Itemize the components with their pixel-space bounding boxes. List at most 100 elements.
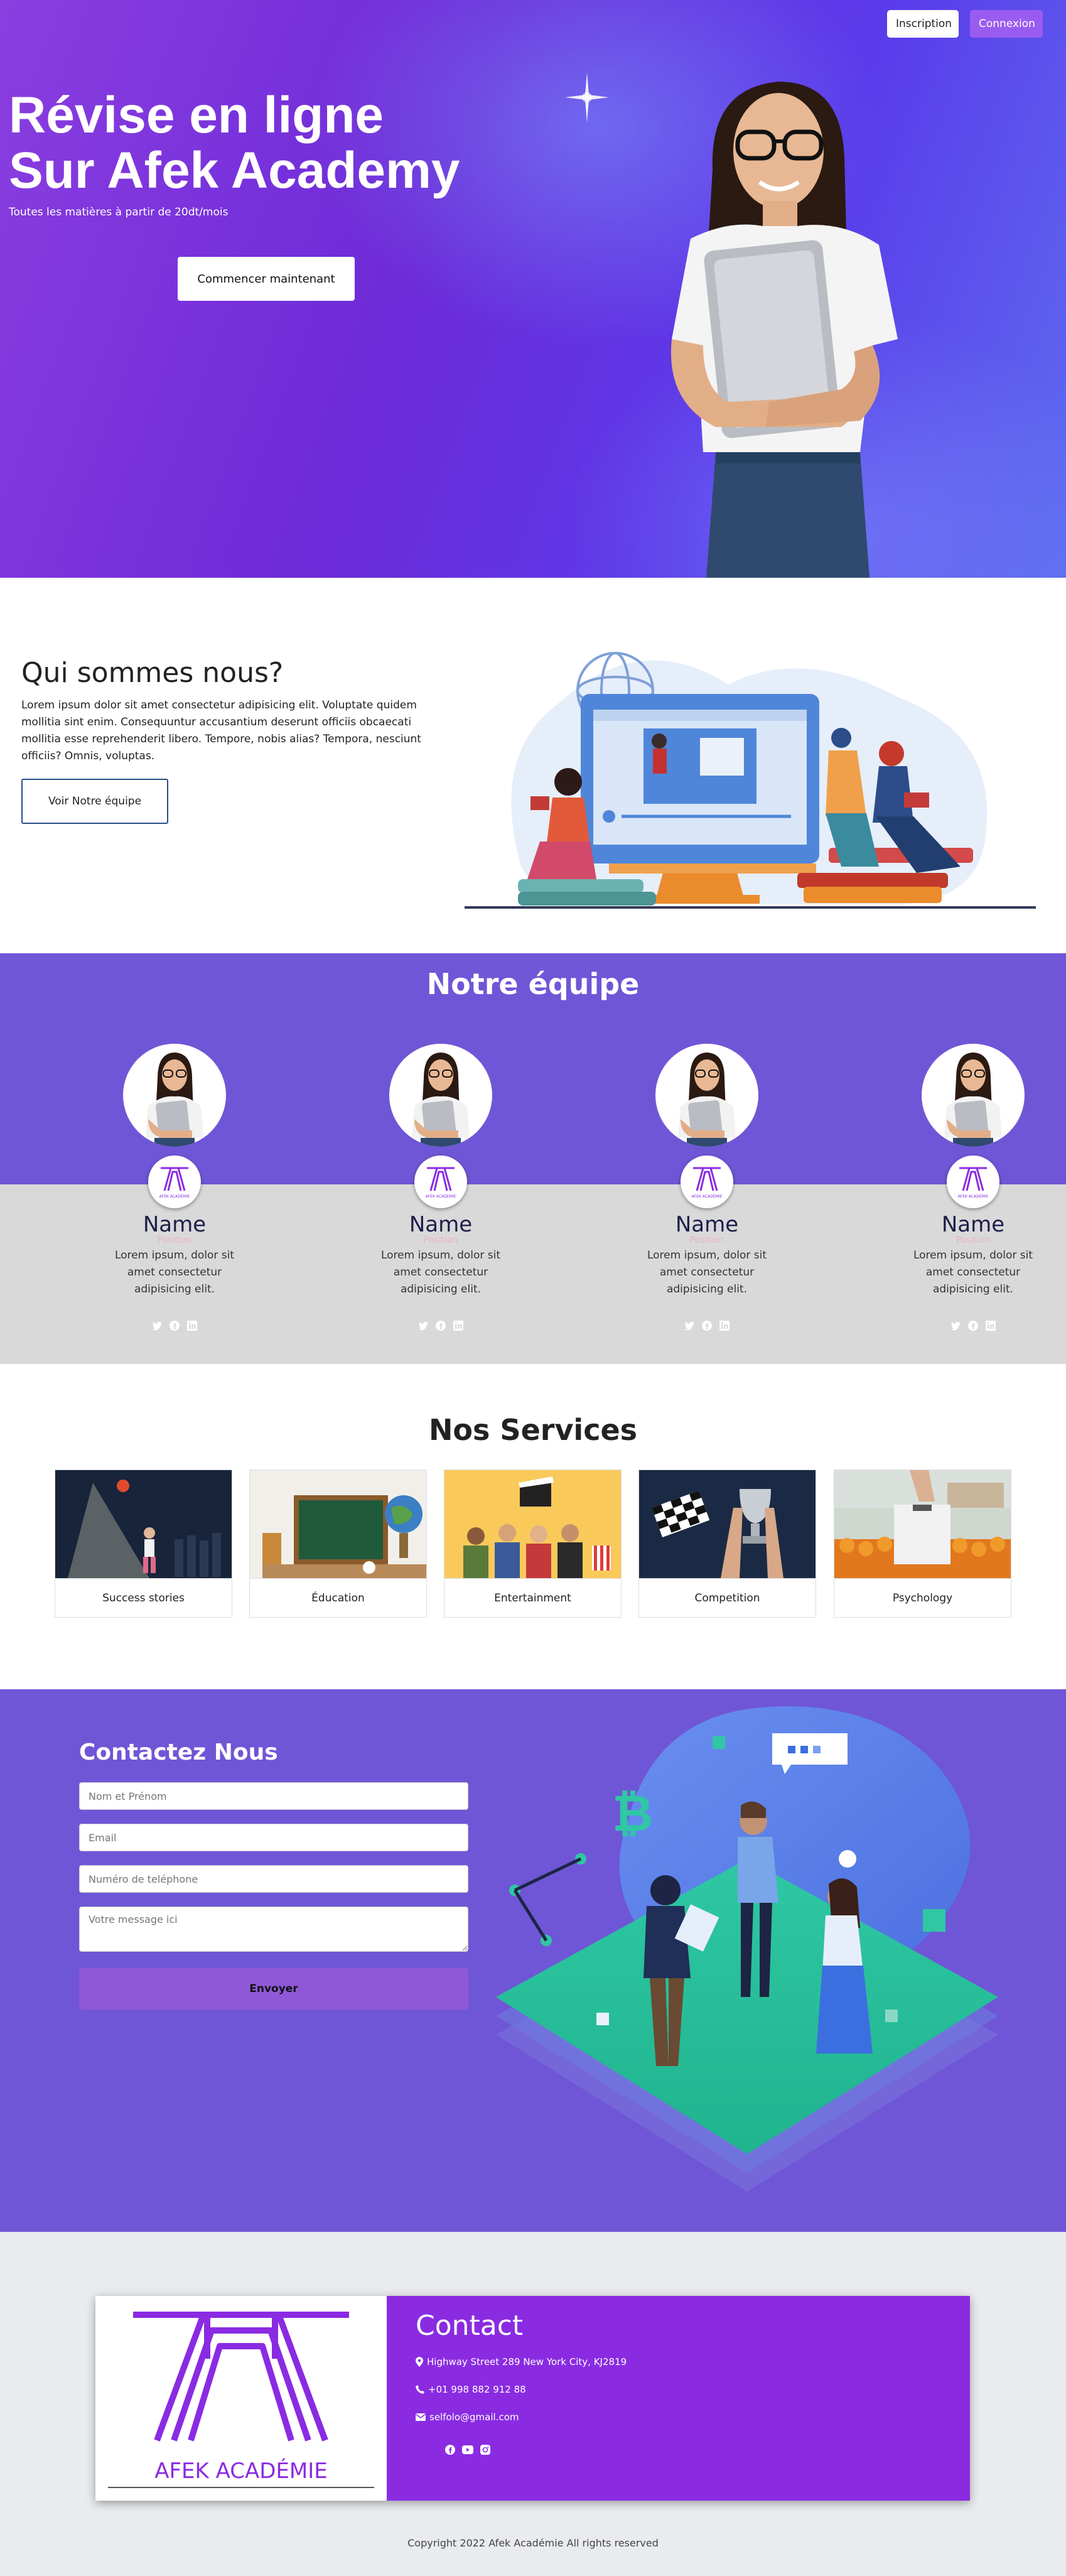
service-label: Psychology [834,1578,1011,1617]
message-field[interactable] [79,1907,468,1952]
logo-wordmark: AFEK ACADÉMIE [154,2458,328,2484]
education-image [250,1470,426,1578]
hero-title-line1: Révise en ligne [9,87,384,144]
service-card-competition[interactable]: Competition [638,1469,816,1618]
linkedin-icon[interactable] [186,1319,198,1332]
hero-title: Révise en ligne Sur Afek Academy [9,88,460,198]
facebook-icon[interactable] [434,1319,447,1332]
service-label: Competition [639,1578,816,1617]
envelope-icon [416,2413,426,2421]
sparkle-icon [565,72,609,122]
psychology-image [834,1470,1011,1578]
team-title: Notre équipe [426,967,640,1001]
badge-wordmark: AFEK ACADÉMIE [958,1194,989,1199]
online-learning-illustration [465,652,1036,909]
address-line: Highway Street 289 New York City, KJ2819 [416,2356,627,2368]
hero-title-line2: Sur Afek Academy [9,142,460,199]
service-card-education[interactable]: Éducation [249,1469,427,1618]
hero-subtitle: Toutes les matières à partir de 20dt/moi… [9,206,229,219]
twitter-icon[interactable] [949,1319,962,1332]
service-label: Éducation [250,1578,426,1617]
facebook-icon[interactable] [967,1319,979,1332]
map-pin-icon [416,2357,423,2367]
contact-card: AFEK ACADÉMIE Contact Highway Street 289… [95,2296,970,2501]
member-name: Name [409,1212,473,1237]
entertainment-image [444,1470,621,1578]
member-photo [655,1044,758,1147]
service-label: Entertainment [444,1578,621,1617]
linkedin-icon[interactable] [984,1319,997,1332]
hero-student-image [670,82,898,578]
member-description: Lorem ipsum, dolor sit amet consectetur … [647,1249,767,1296]
member-logo-badge: AFEK ACADÉMIE [148,1155,201,1208]
address-text: Highway Street 289 New York City, KJ2819 [427,2356,627,2368]
facebook-icon[interactable] [444,2444,456,2455]
service-card-success-stories[interactable]: Success stories [55,1469,232,1618]
footer-contact-title: Contact [416,2310,524,2342]
competition-image [639,1470,816,1578]
member-name: Name [675,1212,739,1237]
brand-panel: AFEK ACADÉMIE [95,2296,387,2501]
member-description: Lorem ipsum, dolor sit amet consectetur … [913,1249,1033,1296]
member-logo-badge: AFEK ACADÉMIE [681,1155,733,1208]
member-role: Position [157,1235,192,1245]
about-text: Lorem ipsum dolor sit amet consectetur a… [21,699,421,762]
team-collaboration-illustration: ₿ [496,1706,998,2192]
badge-wordmark: AFEK ACADÉMIE [159,1194,190,1199]
footer-social-links [444,2444,491,2455]
member-description: Lorem ipsum, dolor sit amet consectetur … [380,1249,501,1296]
facebook-icon[interactable] [701,1319,713,1332]
twitter-icon[interactable] [683,1319,696,1332]
service-card-entertainment[interactable]: Entertainment [444,1469,622,1618]
member-name: Name [143,1212,207,1237]
send-button[interactable]: Envoyer [79,1968,468,2010]
youtube-icon[interactable] [462,2444,473,2455]
svg-text:₿: ₿ [612,1784,653,1843]
instagram-icon[interactable] [480,2444,491,2455]
phone-line: +01 998 882 912 88 [416,2384,526,2395]
contact-title: Contactez Nous [79,1740,278,1765]
services-title: Nos Services [428,1413,638,1447]
email-field[interactable] [79,1824,468,1851]
badge-wordmark: AFEK ACADÉMIE [426,1194,456,1199]
team-member-card: AFEK ACADÉMIE Name Position Lorem ipsum, do… [347,1044,535,1332]
member-social-links [347,1319,535,1332]
member-role: Position [956,1235,991,1245]
register-button[interactable]: Inscription [887,10,959,38]
member-name: Name [941,1212,1005,1237]
about-title: Qui sommes nous? [21,657,284,689]
member-social-links [613,1319,801,1332]
phone-icon [416,2385,424,2394]
linkedin-icon[interactable] [718,1319,731,1332]
afek-academie-logo: AFEK ACADÉMIE [108,2312,374,2488]
member-photo [123,1044,226,1147]
member-social-links [80,1319,269,1332]
twitter-icon[interactable] [151,1319,163,1332]
login-button[interactable]: Connexion [970,10,1043,38]
member-social-links [879,1319,1066,1332]
start-now-button[interactable]: Commencer maintenant [178,257,355,301]
success-stories-image [55,1470,232,1578]
team-member-card: AFEK ACADÉMIE Name Position Lorem ipsum, do… [80,1044,269,1332]
facebook-icon[interactable] [168,1319,181,1332]
phone-text: +01 998 882 912 88 [428,2384,526,2395]
service-label: Success stories [55,1578,232,1617]
linkedin-icon[interactable] [452,1319,465,1332]
member-role: Position [423,1235,458,1245]
team-member-card: AFEK ACADÉMIE Name Position Lorem ipsum, do… [879,1044,1066,1332]
phone-field[interactable] [79,1865,468,1893]
twitter-icon[interactable] [417,1319,429,1332]
member-description: Lorem ipsum, dolor sit amet consectetur … [114,1249,235,1296]
view-team-button[interactable]: Voir Notre équipe [21,779,168,824]
badge-wordmark: AFEK ACADÉMIE [692,1194,723,1199]
name-field[interactable] [79,1782,468,1810]
email-line: selfolo@gmail.com [416,2411,519,2423]
member-photo [389,1044,492,1147]
copyright: Copyright 2022 Afek Académie All rights … [407,2537,659,2549]
member-photo [922,1044,1025,1147]
team-member-card: AFEK ACADÉMIE Name Position Lorem ipsum, do… [613,1044,801,1332]
member-role: Position [689,1235,724,1245]
service-card-psychology[interactable]: Psychology [834,1469,1011,1618]
member-logo-badge: AFEK ACADÉMIE [947,1155,999,1208]
email-text: selfolo@gmail.com [429,2411,519,2423]
